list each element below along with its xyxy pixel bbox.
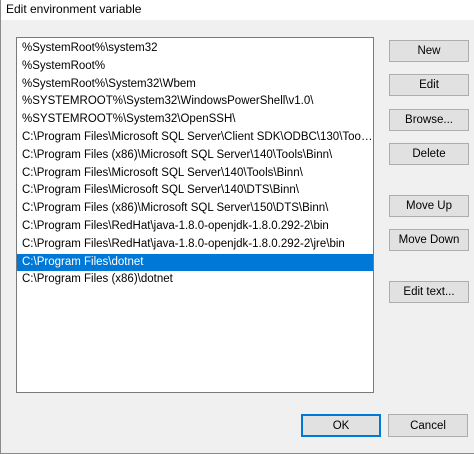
edit-text-button[interactable]: Edit text... (389, 281, 469, 303)
edit-button[interactable]: Edit (389, 74, 469, 96)
list-item[interactable]: C:\Program Files (x86)\Microsoft SQL Ser… (17, 147, 373, 165)
new-button[interactable]: New (389, 40, 469, 62)
ok-button[interactable]: OK (301, 414, 381, 437)
list-item[interactable]: C:\Program Files\RedHat\java-1.8.0-openj… (17, 218, 373, 236)
list-item[interactable]: C:\Program Files\Microsoft SQL Server\Cl… (17, 129, 373, 147)
list-item[interactable]: C:\Program Files\Microsoft SQL Server\14… (17, 182, 373, 200)
cancel-button[interactable]: Cancel (388, 414, 468, 437)
list-item[interactable]: C:\Program Files (x86)\Microsoft SQL Ser… (17, 200, 373, 218)
move-down-button[interactable]: Move Down (389, 229, 469, 251)
edit-environment-variable-dialog: Edit environment variable %SystemRoot%\s… (0, 0, 474, 454)
list-item[interactable]: C:\Program Files\dotnet (17, 253, 373, 272)
list-item[interactable]: %SystemRoot%\system32 (17, 40, 373, 58)
title-bar: Edit environment variable (1, 0, 474, 20)
list-item[interactable]: C:\Program Files (x86)\dotnet (17, 271, 373, 289)
window-title: Edit environment variable (6, 2, 142, 16)
delete-button[interactable]: Delete (389, 143, 469, 165)
path-list[interactable]: %SystemRoot%\system32 %SystemRoot% %System… (16, 37, 374, 393)
list-item[interactable]: %SYSTEMROOT%\System32\OpenSSH\ (17, 111, 373, 129)
list-item[interactable]: %SystemRoot% (17, 58, 373, 76)
list-item[interactable]: C:\Program Files\RedHat\java-1.8.0-openj… (17, 236, 373, 254)
move-up-button[interactable]: Move Up (389, 195, 469, 217)
list-item[interactable]: %SYSTEMROOT%\System32\WindowsPowerShell\… (17, 93, 373, 111)
list-item[interactable]: %SystemRoot%\System32\Wbem (17, 76, 373, 94)
list-item[interactable]: C:\Program Files\Microsoft SQL Server\14… (17, 165, 373, 183)
browse-button[interactable]: Browse... (389, 109, 469, 131)
